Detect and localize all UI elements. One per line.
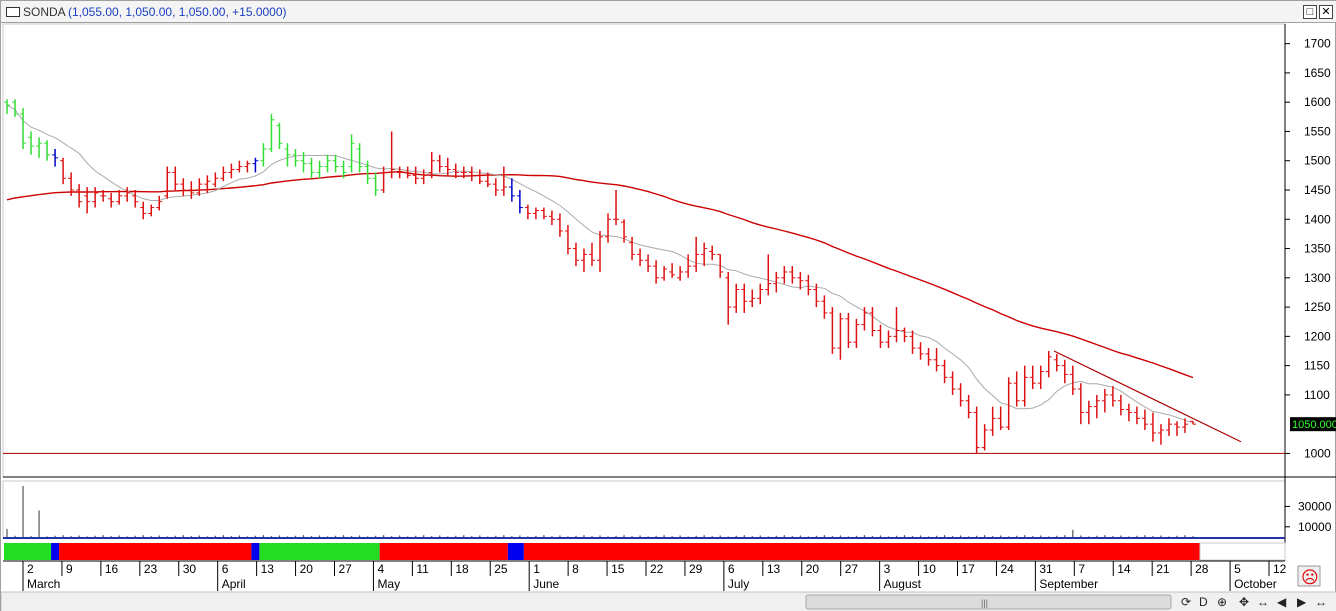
toolbar-glyph-icon: ↔ (1315, 595, 1327, 609)
x-month-label: September (1039, 577, 1098, 591)
trend-strip-segment (59, 543, 252, 560)
x-day-label: 25 (494, 562, 508, 576)
x-day-label: 10 (923, 562, 937, 576)
x-day-label: 4 (377, 562, 384, 576)
window-titlebar[interactable]: SONDA (1,055.00, 1,050.00, 1,050.00, +15… (1, 1, 1336, 23)
y-tick-label: 1700 (1304, 37, 1331, 51)
x-month-label: May (377, 577, 400, 591)
trend-strip-segment (251, 543, 260, 560)
x-month-label: October (1234, 577, 1277, 591)
x-day-label: 17 (962, 562, 976, 576)
x-day-label: 11 (416, 562, 429, 576)
x-month-label: June (533, 577, 559, 591)
x-day-label: 29 (689, 562, 703, 576)
chart-area: 1700 1650 1600 1550 1500 1450 1400 1350 1300 1250… (0, 23, 1336, 611)
x-day-label: 16 (105, 562, 119, 576)
window-menu-icon[interactable] (6, 7, 20, 17)
y-tick-label: 1600 (1304, 95, 1331, 109)
trend-strip-segment (379, 543, 508, 560)
x-day-label: 23 (144, 562, 158, 576)
price-panel (2, 23, 1286, 478)
price-chart[interactable]: 1700 1650 1600 1550 1500 1450 1400 1350 1300 1250… (0, 23, 1336, 611)
toolbar-glyph-icon: ⊕ (1217, 595, 1227, 609)
trend-strip-segment (4, 543, 52, 560)
x-day-label: 9 (66, 562, 73, 576)
x-day-label: 21 (1156, 562, 1170, 576)
toolbar-glyph-icon: ▶ (1297, 595, 1307, 609)
quote-values: (1,055.00, 1,050.00, 1,050.00, +15.0000) (68, 5, 287, 19)
x-day-label: 28 (1195, 562, 1209, 576)
x-day-label: 2 (27, 562, 34, 576)
x-day-label: 8 (572, 562, 579, 576)
x-day-label: 22 (650, 562, 664, 576)
horizontal-scrollbar[interactable] (805, 594, 1172, 610)
y-tick-label: 1250 (1304, 300, 1331, 314)
x-day-label: 20 (300, 562, 314, 576)
x-day-label: 6 (728, 562, 735, 576)
toolbar-glyph-icon: ↔ (1257, 595, 1269, 609)
x-day-label: 5 (1234, 562, 1241, 576)
x-month-label: August (884, 577, 922, 591)
y-tick-label: 1400 (1304, 212, 1331, 226)
y-tick-label: 1650 (1304, 66, 1331, 80)
x-axis: 2 9 16 23 30 6 13 20 27 4 11 18 25 1 8 15 22 29 6 13 20 27 3 10… (3, 560, 1287, 591)
x-day-label: 7 (1078, 562, 1085, 576)
x-day-label: 14 (1117, 562, 1131, 576)
volume-axis-ticks: 30000 10000 (1285, 499, 1332, 534)
x-day-label: 15 (611, 562, 625, 576)
scrollbar-grip-icon: ||| (981, 598, 988, 608)
y-tick-label: 1450 (1304, 183, 1331, 197)
trend-strip-segment (259, 543, 380, 560)
y-tick-label: 1300 (1304, 271, 1331, 285)
volume-tick-label: 30000 (1298, 499, 1332, 513)
symbol-label: SONDA (23, 5, 66, 19)
trend-strip-segment (523, 543, 1200, 560)
restore-button[interactable]: □ (1303, 5, 1317, 19)
toolbar-glyph-icon: ⟳ (1181, 595, 1191, 609)
x-day-label: 30 (183, 562, 197, 576)
toolbar-glyph-icon: ✥ (1239, 595, 1249, 609)
trend-color-strip (4, 542, 1286, 561)
trend-strip-segment (51, 543, 60, 560)
x-day-label: 6 (222, 562, 229, 576)
x-day-label: 12 (1273, 562, 1287, 576)
sad-face-icon: ☹ (1301, 568, 1319, 587)
y-tick-label: 1200 (1304, 329, 1331, 343)
chart-window: SONDA (1,055.00, 1,050.00, 1,050.00, +15… (0, 0, 1336, 611)
x-day-label: 18 (455, 562, 469, 576)
last-price-label: 1050.000 (1292, 419, 1336, 431)
y-tick-label: 1150 (1304, 359, 1330, 373)
x-day-label: 27 (339, 562, 353, 576)
y-axis-ticks: 1700 1650 1600 1550 1500 1450 1400 1350 1300 1250… (1285, 37, 1331, 460)
x-day-label: 31 (1039, 562, 1053, 576)
volume-tick-label: 10000 (1298, 520, 1332, 534)
x-month-label: July (728, 577, 749, 591)
x-day-label: 20 (806, 562, 820, 576)
x-day-label: 13 (767, 562, 781, 576)
x-day-label: 13 (261, 562, 275, 576)
close-button[interactable]: ✕ (1319, 5, 1333, 19)
x-day-label: 24 (1000, 562, 1014, 576)
y-tick-label: 1350 (1304, 242, 1331, 256)
last-price-marker: 1050.000 (1290, 417, 1336, 432)
x-month-label: April (222, 577, 246, 591)
toolbar-glyph-icon: ◀ (1277, 595, 1287, 609)
toolbar-glyph-icon: D (1199, 595, 1208, 609)
x-day-label: 1 (533, 562, 540, 576)
x-day-label: 27 (845, 562, 859, 576)
trend-strip-empty (1199, 542, 1286, 561)
y-tick-label: 1500 (1304, 154, 1331, 168)
volume-panel (2, 480, 1286, 539)
x-day-label: 3 (884, 562, 891, 576)
y-tick-label: 1550 (1304, 124, 1331, 138)
x-month-label: March (27, 577, 60, 591)
y-tick-label: 1000 (1304, 446, 1331, 460)
y-tick-label: 1100 (1304, 388, 1330, 402)
trend-strip-segment (507, 543, 524, 560)
